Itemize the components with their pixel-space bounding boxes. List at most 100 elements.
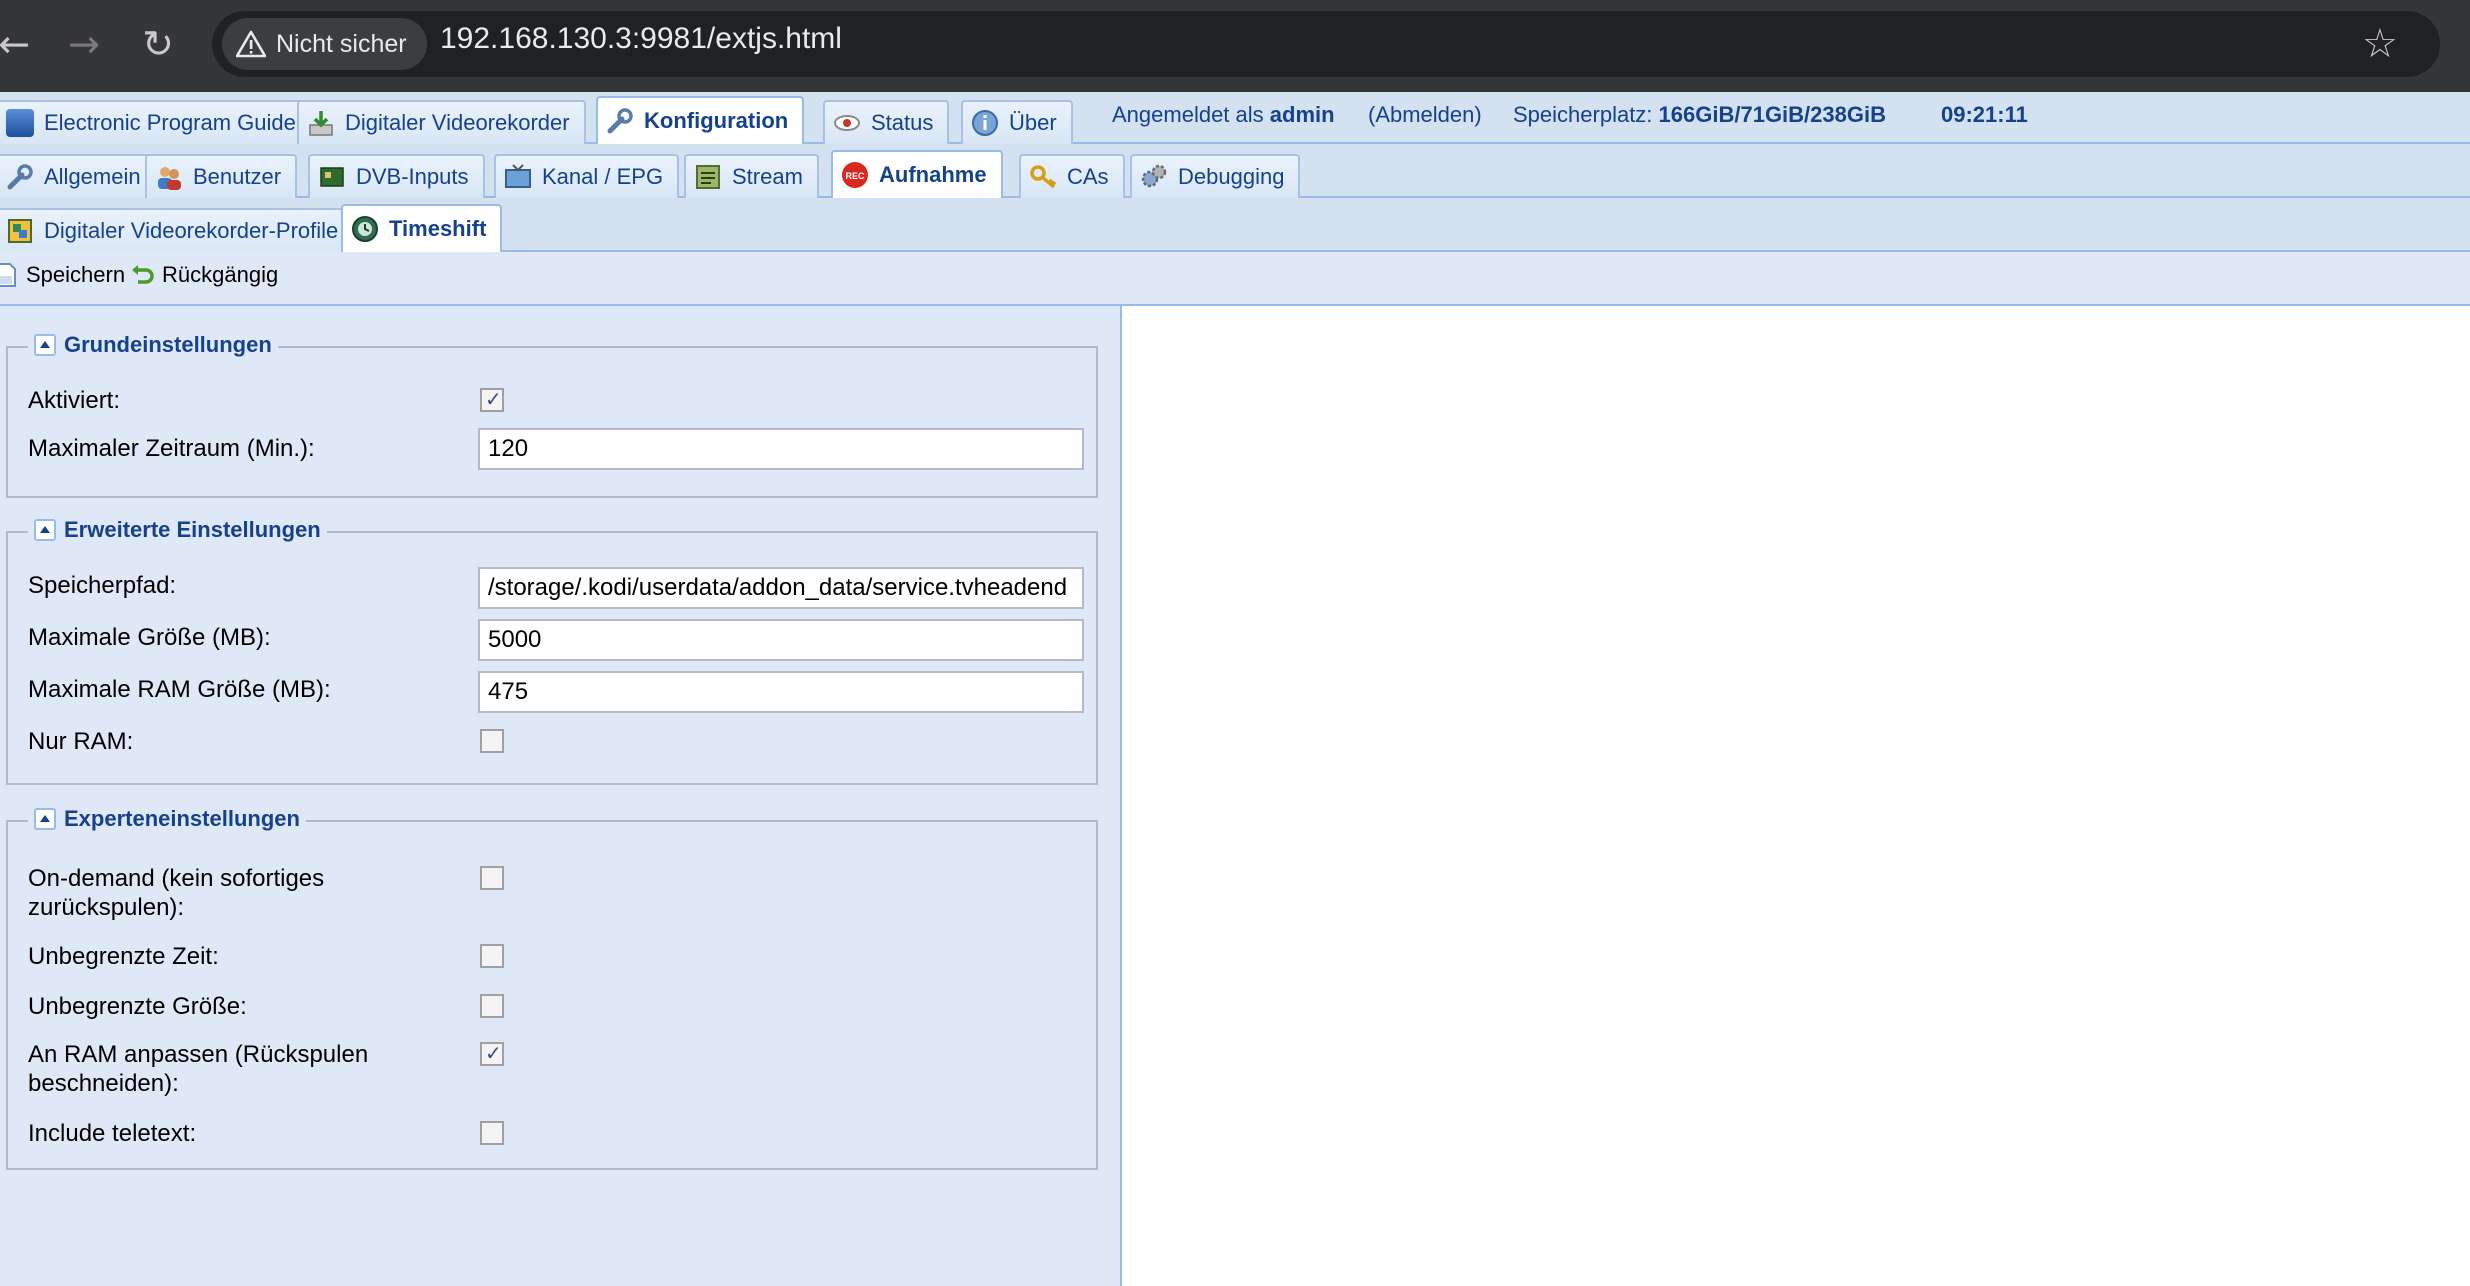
tab-about[interactable]: Über: [961, 100, 1073, 144]
undo-button[interactable]: Rückgängig: [130, 262, 278, 288]
security-indicator[interactable]: Nicht sicher: [222, 18, 427, 70]
save-icon: [0, 263, 16, 287]
tab-cas[interactable]: CAs: [1019, 154, 1125, 198]
tab-recording[interactable]: REC Aufnahme: [831, 150, 1003, 198]
tab-label: Stream: [732, 164, 803, 189]
reload-icon[interactable]: ↻: [132, 18, 184, 70]
on-demand-label: On-demand (kein sofortiges zurückspulen)…: [28, 865, 325, 921]
browser-toolbar: ← → ↻ Nicht sicher 192.168.130.3:9981/ex…: [0, 0, 2470, 92]
ram-only-label: Nur RAM:: [28, 728, 134, 755]
info-icon: [972, 110, 998, 136]
basic-settings-legend[interactable]: Grundeinstellungen: [28, 332, 278, 358]
tab-dvb-inputs[interactable]: DVB-Inputs: [308, 154, 485, 198]
tab-label: DVB-Inputs: [356, 164, 469, 189]
tab-label: Benutzer: [193, 164, 282, 189]
section-title: Experteneinstellungen: [64, 806, 300, 831]
eye-icon: [834, 115, 860, 131]
enabled-label: Aktiviert:: [28, 387, 121, 414]
timeshift-icon: [352, 216, 378, 242]
tab-stream[interactable]: Stream: [684, 154, 819, 198]
max-ram-input[interactable]: 475: [478, 671, 1084, 713]
basic-settings-fieldset: Grundeinstellungen Aktiviert: Maximaler …: [6, 332, 1098, 498]
tab-label: Aufnahme: [879, 162, 987, 187]
ram-only-checkbox[interactable]: [480, 729, 504, 753]
bookmark-star-icon[interactable]: ☆: [2362, 18, 2398, 70]
collapse-icon[interactable]: [34, 808, 56, 830]
card-icon: [320, 167, 344, 187]
rec-icon: REC: [842, 162, 868, 188]
max-size-input[interactable]: 5000: [478, 619, 1084, 661]
fit-ram-checkbox[interactable]: [480, 1041, 504, 1066]
stream-icon: [696, 165, 720, 189]
unlimited-time-label: Unbegrenzte Zeit:: [28, 943, 219, 970]
back-arrow-icon[interactable]: ←: [0, 18, 40, 70]
gears-icon: [1141, 164, 1167, 188]
form-toolbar: Speichern Rückgängig: [0, 252, 2470, 306]
tab-general[interactable]: Allgemein: [0, 154, 157, 198]
profile-icon: [8, 219, 32, 243]
on-demand-checkbox[interactable]: [480, 866, 504, 890]
tab-epg[interactable]: Electronic Program Guide: [0, 100, 312, 144]
save-label: Speichern: [26, 262, 126, 287]
tab-timeshift[interactable]: Timeshift: [341, 204, 503, 252]
tab-status[interactable]: Status: [823, 100, 950, 144]
section-title: Erweiterte Einstellungen: [64, 517, 321, 542]
tab-label: CAs: [1067, 164, 1109, 189]
storage-status: Speicherplatz: 166GiB/71GiB/238GiB: [1513, 102, 1886, 127]
unlimited-size-checkbox[interactable]: [480, 994, 504, 1018]
enabled-checkbox[interactable]: [480, 387, 504, 412]
expert-settings-legend[interactable]: Experteneinstellungen: [28, 806, 306, 832]
url-text[interactable]: 192.168.130.3:9981/extjs.html: [440, 22, 842, 56]
undo-label: Rückgängig: [162, 262, 279, 287]
section-title: Grundeinstellungen: [64, 332, 272, 357]
tab-label: Digitaler Videorekorder: [345, 110, 570, 135]
config-tab-bar: Allgemein Benutzer DVB-Inputs Kanal / EP…: [0, 144, 2470, 198]
security-label: Nicht sicher: [276, 29, 407, 58]
unlimited-size-label: Unbegrenzte Größe:: [28, 993, 247, 1020]
extensions-edge-icon[interactable]: ⋮: [2458, 26, 2470, 66]
teletext-checkbox[interactable]: [480, 1121, 504, 1145]
storage-value: 166GiB/71GiB/238GiB: [1658, 102, 1886, 127]
tab-label: Timeshift: [389, 216, 487, 241]
username: admin: [1269, 102, 1335, 127]
users-icon: [158, 167, 181, 190]
storage-path-input[interactable]: /storage/.kodi/userdata/addon_data/servi…: [478, 567, 1084, 609]
tab-configuration[interactable]: Konfiguration: [596, 96, 805, 144]
forward-arrow-icon[interactable]: →: [58, 18, 110, 70]
logout-link[interactable]: (Abmelden): [1368, 102, 1482, 128]
tab-debugging[interactable]: Debugging: [1130, 154, 1301, 198]
max-ram-label: Maximale RAM Größe (MB):: [28, 676, 331, 703]
tab-label: Debugging: [1178, 164, 1285, 189]
save-button[interactable]: Speichern: [0, 262, 125, 288]
teletext-label: Include teletext:: [28, 1120, 197, 1147]
tab-label: Digitaler Videorekorder-Profile: [44, 218, 339, 243]
tab-channel-epg[interactable]: Kanal / EPG: [494, 154, 680, 198]
tab-label: Electronic Program Guide: [44, 110, 296, 135]
wrench-icon: [607, 108, 633, 134]
undo-icon: [132, 265, 154, 284]
tv-icon: [505, 164, 531, 188]
clock: 09:21:11: [1941, 102, 2028, 127]
collapse-icon[interactable]: [34, 334, 56, 356]
recording-sub-tab-bar: Digitaler Videorekorder-Profile Timeshif…: [0, 198, 2470, 252]
download-icon: [309, 111, 333, 136]
tab-label: Kanal / EPG: [542, 164, 664, 189]
storage-path-label: Speicherpfad:: [28, 572, 177, 599]
max-period-input[interactable]: 120: [478, 428, 1084, 470]
tab-label: Allgemein: [44, 164, 141, 189]
tab-label: Über: [1009, 110, 1057, 135]
max-period-label: Maximaler Zeitraum (Min.):: [28, 435, 315, 462]
tab-dvr-profiles[interactable]: Digitaler Videorekorder-Profile: [0, 208, 355, 252]
tvheadend-app: Electronic Program Guide Digitaler Video…: [0, 92, 2470, 1286]
timeshift-form-panel: Grundeinstellungen Aktiviert: Maximaler …: [0, 306, 1122, 1286]
tab-label: Status: [871, 110, 934, 135]
collapse-icon[interactable]: [34, 519, 56, 541]
wrench-icon: [7, 164, 33, 190]
main-tab-bar: Electronic Program Guide Digitaler Video…: [0, 92, 2470, 144]
unlimited-time-checkbox[interactable]: [480, 944, 504, 968]
tab-dvr[interactable]: Digitaler Videorekorder: [297, 100, 586, 144]
tab-users[interactable]: Benutzer: [145, 154, 298, 198]
svg-text:REC: REC: [845, 171, 865, 181]
tab-label: Konfiguration: [644, 108, 789, 133]
advanced-settings-legend[interactable]: Erweiterte Einstellungen: [28, 517, 327, 543]
